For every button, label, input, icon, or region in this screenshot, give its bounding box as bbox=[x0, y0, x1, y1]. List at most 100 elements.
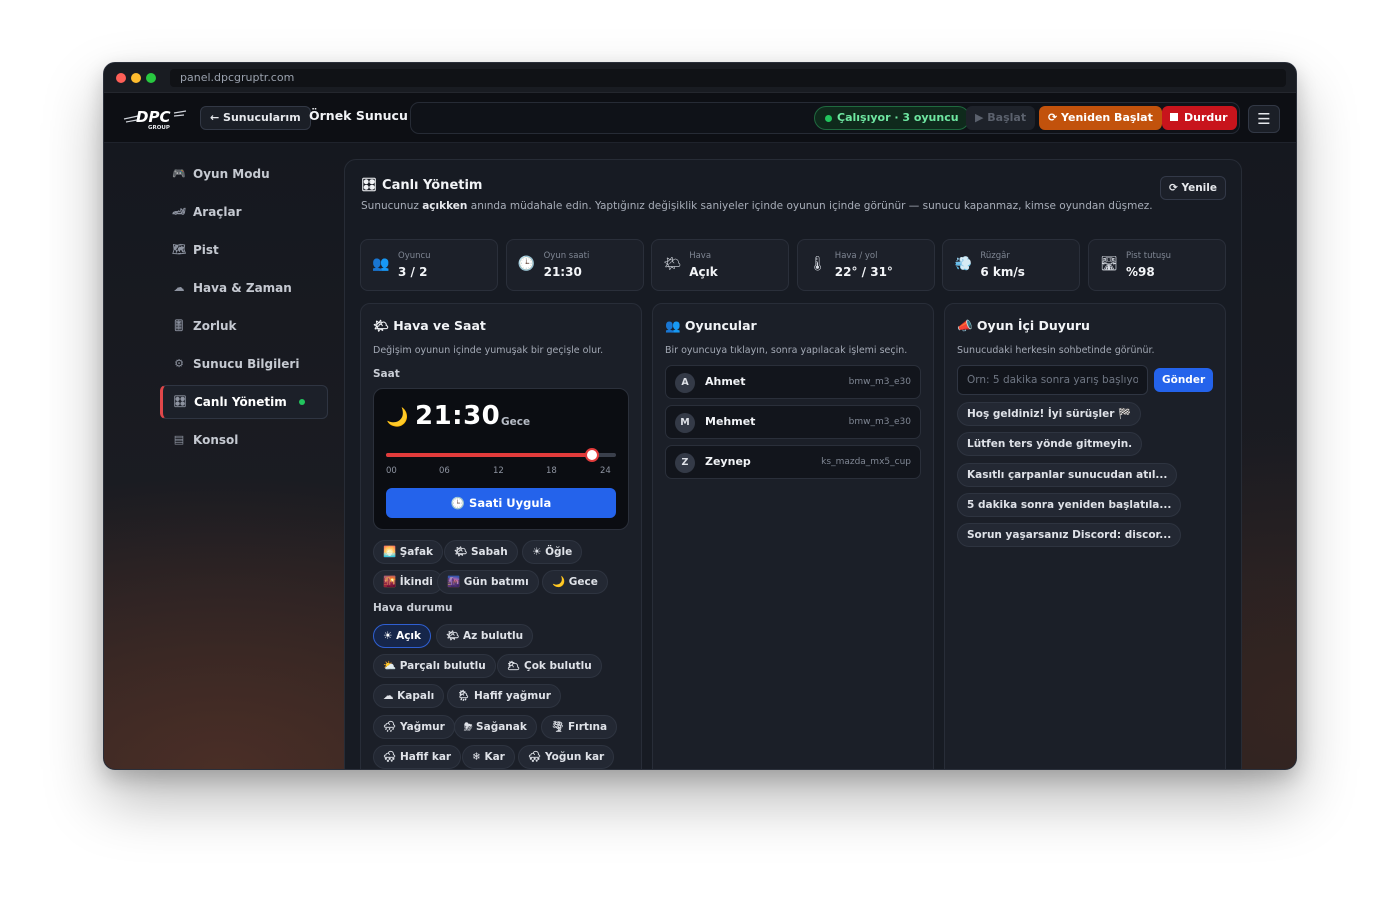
player-row[interactable]: A Ahmet bmw_m3_e30 bbox=[665, 365, 921, 399]
minimize-window-button[interactable] bbox=[131, 73, 141, 83]
player-row[interactable]: Z Zeynep ks_mazda_mx5_cup bbox=[665, 445, 921, 479]
stat-card: 🕒 Oyun saati 21:30 bbox=[505, 239, 644, 291]
time-preset-chip[interactable]: 🌅 Şafak bbox=[373, 540, 444, 564]
maximize-window-button[interactable] bbox=[146, 73, 156, 83]
stop-icon bbox=[1170, 113, 1178, 121]
time-slider-handle[interactable] bbox=[585, 448, 600, 462]
sidebar-item-icon: 🗺 bbox=[172, 243, 186, 256]
announcement-preset-chip[interactable]: 5 dakika sonra yeniden başlatıla... bbox=[957, 492, 1182, 517]
player-avatar: M bbox=[675, 413, 695, 433]
weather-option-chip[interactable]: 🌦 Hafif yağmur bbox=[447, 684, 561, 708]
page-subtitle: Sunucunuz açıkken anında müdahale edin. … bbox=[361, 200, 1153, 212]
subtitle-text-start: Sunucunuz bbox=[361, 200, 423, 212]
announcement-preset-chip[interactable]: Sorun yaşarsanız Discord: discor... bbox=[957, 523, 1182, 548]
player-row[interactable]: M Mehmet bmw_m3_e30 bbox=[665, 405, 921, 439]
stat-card: 💨 Rüzgâr 6 km/s bbox=[942, 239, 1081, 291]
player-name: Mehmet bbox=[705, 415, 756, 428]
stat-value: 6 km/s bbox=[980, 265, 1025, 279]
weather-option-chip[interactable]: ❄ Kar bbox=[462, 745, 515, 769]
time-preset-chip[interactable]: 🌇 İkindi bbox=[373, 570, 443, 594]
sidebar-item[interactable]: ☁ Hava & Zaman bbox=[160, 271, 328, 305]
sidebar-item-label: Oyun Modu bbox=[193, 167, 270, 181]
stat-icon: 🌡 bbox=[808, 256, 827, 272]
dpc-logo[interactable]: DPC GROUP bbox=[122, 103, 188, 133]
weather-option-chip[interactable]: 🌥 Çok bulutlu bbox=[497, 654, 602, 678]
weather-section-label: Hava durumu bbox=[373, 602, 453, 614]
announcement-card: 📣 Oyun İçi Duyuru Sunucudaki herkesin so… bbox=[944, 303, 1226, 769]
announcement-preset-chip[interactable]: Kasıtlı çarpanlar sunucudan atıl... bbox=[957, 462, 1178, 487]
announcement-preset-chip[interactable]: Hoş geldiniz! İyi sürüşler 🏁 bbox=[957, 402, 1142, 426]
players-card: 👥 Oyuncular Bir oyuncuya tıklayın, sonra… bbox=[652, 303, 934, 769]
players-card-title: 👥 Oyuncular bbox=[665, 318, 757, 333]
player-car: bmw_m3_e30 bbox=[848, 417, 911, 427]
send-announcement-button[interactable]: Gönder bbox=[1154, 368, 1214, 392]
time-slider-tick: 24 bbox=[600, 466, 611, 476]
url-bar[interactable]: panel.dpcgruptr.com bbox=[170, 69, 1286, 87]
weather-option-chip[interactable]: ☁ Kapalı bbox=[373, 684, 445, 708]
refresh-button[interactable]: ⟳ Yenile bbox=[1159, 176, 1226, 200]
time-preset-chip[interactable]: ☀ Öğle bbox=[522, 540, 583, 564]
weather-card-subtitle: Değişim oyunun içinde yumuşak bir geçişl… bbox=[373, 345, 604, 356]
start-server-button[interactable]: ▶ Başlat bbox=[966, 106, 1036, 130]
screenshot-stage: panel.dpcgruptr.com DPC GROUP ← Sunucula… bbox=[0, 0, 1400, 915]
sidebar-item-label: Canlı Yönetim bbox=[194, 395, 287, 409]
server-status-badge: Çalışıyor · 3 oyuncu bbox=[814, 106, 970, 130]
weather-option-chip[interactable]: ⛅ Parçalı bulutlu bbox=[373, 654, 496, 678]
apply-time-button[interactable]: 🕒 Saati Uygula bbox=[386, 488, 616, 518]
announcement-input[interactable] bbox=[957, 365, 1148, 395]
sidebar-item[interactable]: 🎛 Canlı Yönetim bbox=[160, 385, 328, 419]
stat-label: Rüzgâr bbox=[980, 251, 1010, 261]
weather-time-card: 🌤 Hava ve Saat Değişim oyunun içinde yum… bbox=[360, 303, 642, 769]
stat-value: 21:30 bbox=[543, 265, 582, 279]
weather-option-chip[interactable]: 🌨 Yoğun kar bbox=[518, 745, 615, 769]
weather-option-chip[interactable]: ⛈ Sağanak bbox=[454, 715, 537, 739]
weather-option-chip[interactable]: 🌨 Hafif kar bbox=[373, 745, 462, 769]
stat-icon: 👥 bbox=[372, 256, 390, 272]
weather-option-chip[interactable]: ☀ Açık bbox=[373, 624, 432, 648]
back-to-servers-button[interactable]: ← Sunucularım bbox=[200, 106, 311, 130]
app-header: DPC GROUP ← Sunucularım Örnek Sunucu Çal… bbox=[104, 93, 1296, 143]
weather-option-chip[interactable]: 🌧 Yağmur bbox=[373, 715, 455, 739]
stat-icon: 🛣 bbox=[1100, 256, 1118, 272]
server-name: Örnek Sunucu bbox=[309, 108, 408, 123]
hamburger-menu-button[interactable]: ☰ bbox=[1248, 105, 1280, 133]
time-preset-chip[interactable]: 🌆 Gün batımı bbox=[437, 570, 539, 594]
stat-label: Hava bbox=[689, 251, 712, 261]
sidebar-item-label: Pist bbox=[193, 243, 219, 257]
stat-icon: 🕒 bbox=[517, 256, 536, 272]
restart-server-button[interactable]: ⟳ Yeniden Başlat bbox=[1039, 106, 1162, 130]
sidebar-item[interactable]: 🎮 Oyun Modu bbox=[160, 157, 328, 191]
stat-icon: 💨 bbox=[954, 256, 973, 272]
stop-server-button[interactable]: Durdur bbox=[1162, 106, 1237, 130]
live-management-panel: 🎛 Canlı Yönetim Sunucunuz açıkken anında… bbox=[344, 159, 1242, 769]
sidebar-item[interactable]: 🗺 Pist bbox=[160, 233, 328, 267]
time-slider-ticks: 00 06 12 18 24 bbox=[386, 466, 616, 478]
sidebar-item-icon: 🎛 bbox=[173, 395, 187, 408]
announcement-card-subtitle: Sunucudaki herkesin sohbetinde görünür. bbox=[957, 345, 1155, 356]
time-slider-fill bbox=[386, 453, 593, 457]
time-preset-chip[interactable]: 🌤 Sabah bbox=[444, 540, 518, 564]
stat-card: 🛣 Pist tutuşu %98 bbox=[1088, 239, 1226, 291]
time-preset-chip[interactable]: 🌙 Gece bbox=[542, 570, 608, 594]
time-slider-tick: 18 bbox=[546, 466, 557, 476]
sidebar-item[interactable]: ▤ Konsol bbox=[160, 423, 328, 457]
time-period-label: Gece bbox=[501, 416, 531, 428]
weather-option-chip[interactable]: 🌪 Fırtına bbox=[541, 715, 618, 739]
announcement-preset-chip[interactable]: Lütfen ters yönde gitmeyin. bbox=[957, 432, 1143, 457]
close-window-button[interactable] bbox=[116, 73, 126, 83]
stop-label: Durdur bbox=[1184, 111, 1228, 124]
stat-label: Pist tutuşu bbox=[1126, 251, 1172, 261]
sidebar-item-icon: 🎚 bbox=[172, 319, 186, 332]
players-card-subtitle: Bir oyuncuya tıklayın, sonra yapılacak i… bbox=[665, 345, 908, 356]
weather-option-chip[interactable]: 🌤 Az bulutlu bbox=[436, 624, 534, 648]
time-section-label: Saat bbox=[373, 368, 400, 380]
stats-row: 👥 Oyuncu 3 / 2 🕒 Oyun saati 21:30 🌤 Hava Açık 🌡 Ha… bbox=[360, 239, 1226, 291]
sidebar-item[interactable]: 🏎 Araçlar bbox=[160, 195, 328, 229]
stat-label: Oyun saati bbox=[543, 251, 590, 261]
sidebar-item[interactable]: 🎚 Zorluk bbox=[160, 309, 328, 343]
stat-value: Açık bbox=[689, 265, 718, 279]
player-avatar: Z bbox=[675, 453, 695, 473]
sidebar-item[interactable]: ⚙ Sunucu Bilgileri bbox=[160, 347, 328, 381]
time-slider[interactable] bbox=[386, 448, 616, 462]
time-control-box: 🌙 21:30 Gece 00 06 12 18 24 🕒 Saati Uygula bbox=[373, 388, 629, 530]
